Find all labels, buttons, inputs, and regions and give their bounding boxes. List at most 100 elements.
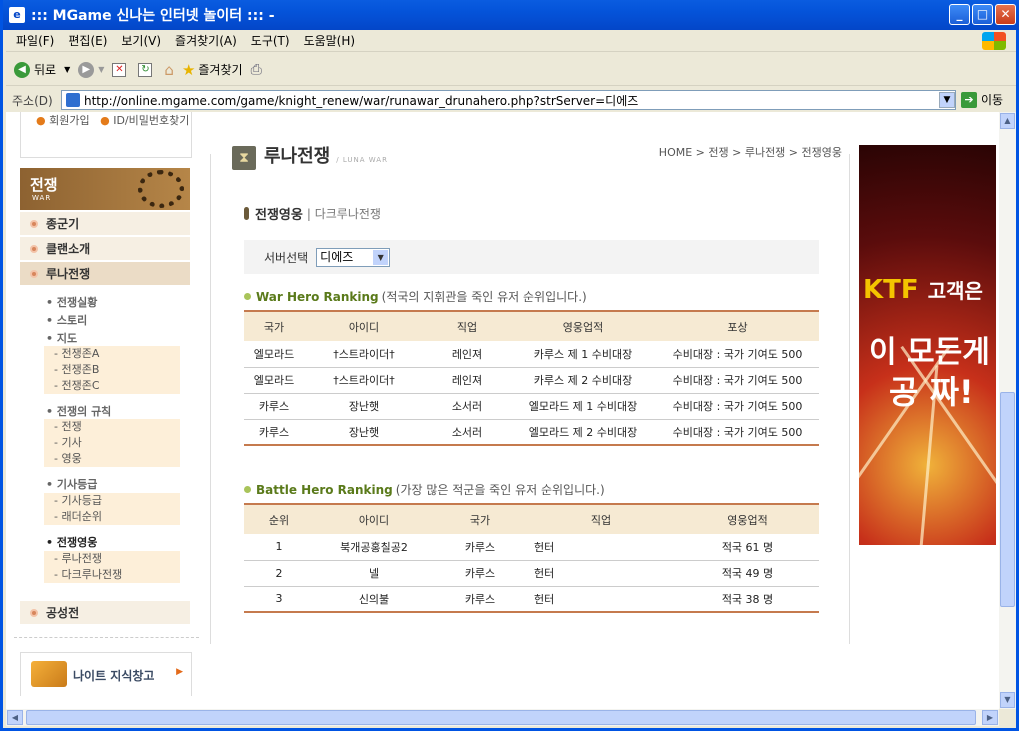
close-button[interactable]: ✕ — [995, 4, 1016, 25]
print-icon: ⎙ — [250, 61, 262, 78]
table-row: 카루스 장난햇 소서러 엘모라드 제 2 수비대장 수비대장 : 국가 기여도 … — [244, 419, 819, 446]
sub-link-hero[interactable]: - 영웅 — [44, 451, 180, 467]
nav-item-lunawar[interactable]: 루나전쟁 — [20, 262, 190, 286]
print-button[interactable]: ⎙ — [251, 62, 262, 78]
books-icon — [31, 661, 67, 687]
nav-item-jonggungi[interactable]: 종군기 — [20, 212, 190, 236]
war-hero-table: 국가 아이디 직업 영웅업적 포상 엘모라드 †스트라이더† 레인져 카루스 제… — [244, 310, 819, 446]
horizontal-scroll-thumb[interactable] — [26, 710, 976, 725]
forward-button[interactable]: ▶ ▼ — [78, 61, 104, 78]
server-value: 디에즈 — [320, 249, 354, 264]
table-row: 카루스 장난햇 소서러 엘모라드 제 1 수비대장 수비대장 : 국가 기여도 … — [244, 393, 819, 420]
chevron-down-icon[interactable]: ▼ — [373, 249, 389, 265]
scroll-down-icon[interactable]: ▼ — [1000, 692, 1015, 708]
table-row: 2 넬 카루스 헌터 적국 49 명 — [244, 560, 819, 587]
ktf-ad-banner[interactable]: KTF 고객은 이 모든게 공 짜! — [859, 145, 996, 545]
nav-header-subtitle: WAR — [32, 194, 52, 202]
refresh-button[interactable]: ↻ — [138, 62, 156, 77]
sub-item-status[interactable]: • 전쟁실황 — [46, 294, 97, 310]
sub-link-zone-a[interactable]: - 전쟁존A — [44, 346, 180, 362]
table-row: 엘모라드 †스트라이더† 레인져 카루스 제 2 수비대장 수비대장 : 국가 … — [244, 367, 819, 394]
column-header: 국가 — [434, 504, 526, 534]
stop-button[interactable]: ✕ — [112, 62, 130, 77]
address-dropdown-icon[interactable]: ▼ — [939, 92, 955, 108]
server-select[interactable]: 디에즈 ▼ — [316, 247, 391, 267]
horizontal-scrollbar[interactable]: ◀ ▶ — [6, 709, 999, 726]
sub-item-rules[interactable]: • 전쟁의 규칙 — [46, 403, 111, 419]
ie-icon: e — [9, 7, 25, 23]
back-label: 뒤로 — [34, 63, 57, 77]
bullet-icon — [30, 608, 38, 617]
column-header: 직업 — [424, 311, 510, 341]
gear-emblem-icon — [138, 170, 184, 208]
bullet-icon — [30, 219, 38, 228]
menu-file[interactable]: 파일(F) — [16, 32, 54, 49]
server-select-bar: 서버선택 디에즈 ▼ — [244, 240, 819, 274]
scroll-right-icon[interactable]: ▶ — [982, 710, 998, 725]
bullet-icon — [244, 486, 251, 493]
column-header: 국가 — [244, 311, 304, 341]
nav-item-clan[interactable]: 클랜소개 — [20, 237, 190, 261]
address-input[interactable]: http://online.mgame.com/game/knight_rene… — [61, 90, 956, 110]
nav-item-siege[interactable]: 공성전 — [20, 601, 190, 625]
sub-link-knight[interactable]: - 기사 — [44, 435, 180, 451]
refresh-icon: ↻ — [138, 62, 153, 77]
maximize-button[interactable]: □ — [972, 4, 993, 25]
arrow-right-icon: ▶ — [176, 667, 183, 677]
section-title: 전쟁영웅 | 다크루나전쟁 — [244, 204, 381, 223]
page-title-text: 루나전쟁 — [264, 146, 331, 167]
breadcrumb[interactable]: HOME > 전쟁 > 루나전쟁 > 전쟁영웅 — [659, 144, 842, 160]
hero-submenu: - 루나전쟁 - 다크루나전쟁 — [44, 551, 180, 583]
find-id-link[interactable]: ID/비밀번호찾기 — [113, 114, 189, 127]
scroll-left-icon[interactable]: ◀ — [7, 710, 23, 725]
back-button[interactable]: ◀ 뒤로 ▼ — [14, 61, 70, 78]
vertical-scroll-thumb[interactable] — [1000, 392, 1015, 607]
forward-dropdown-icon[interactable]: ▼ — [98, 65, 104, 74]
knight-submenu: - 기사등급 - 래더순위 — [44, 493, 180, 525]
server-label: 서버선택 — [264, 250, 309, 265]
back-arrow-icon: ◀ — [14, 61, 30, 78]
browser-window: e ::: MGame 신나는 인터넷 놀이터 ::: - _ □ ✕ 파일(F… — [0, 0, 1019, 731]
menu-view[interactable]: 보기(V) — [121, 32, 161, 49]
sub-link-knight-grade[interactable]: - 기사등급 — [44, 493, 180, 509]
vertical-scrollbar[interactable]: ▲ ▼ — [999, 112, 1016, 709]
bullet-icon — [30, 269, 38, 278]
table-header: 국가 아이디 직업 영웅업적 포상 — [244, 311, 819, 341]
minimize-button[interactable]: _ — [949, 4, 970, 25]
column-header: 순위 — [244, 504, 314, 534]
toolbar: ◀ 뒤로 ▼ ▶ ▼ ✕ ↻ ⌂ ★ 즐겨찾기 ⎙ — [6, 54, 1016, 86]
home-button[interactable]: ⌂ — [164, 61, 174, 79]
sub-link-dark-luna-war[interactable]: - 다크루나전쟁 — [44, 567, 180, 583]
sub-item-story[interactable]: • 스토리 — [46, 312, 87, 328]
menu-help[interactable]: 도움말(H) — [304, 32, 356, 49]
section-title-text: 전쟁영웅 — [255, 208, 303, 223]
page-viewport: ● 회원가입 ● ID/비밀번호찾기 전쟁 WAR 종군기 클랜소개 루나전쟁 … — [6, 112, 999, 709]
sub-item-war-hero[interactable]: • 전쟁영웅 — [46, 534, 97, 550]
knowledge-banner[interactable]: 나이트 지식창고 ▶ — [20, 652, 192, 696]
sub-item-knight-rank[interactable]: • 기사등급 — [46, 476, 97, 492]
signup-link[interactable]: 회원가입 — [49, 114, 89, 127]
nav-header: 전쟁 WAR — [20, 168, 190, 210]
column-header: 영웅업적 — [676, 504, 819, 534]
page-title-en: / LUNA WAR — [336, 156, 388, 164]
sub-link-zone-c[interactable]: - 전쟁존C — [44, 378, 180, 394]
menu-edit[interactable]: 편집(E) — [68, 32, 107, 49]
sub-item-map[interactable]: • 지도 — [46, 330, 77, 346]
menu-tools[interactable]: 도구(T) — [251, 32, 290, 49]
menu-favorites[interactable]: 즐겨찾기(A) — [175, 32, 237, 49]
back-dropdown-icon[interactable]: ▼ — [64, 65, 70, 74]
go-button[interactable]: ➔ 이동 — [961, 91, 1003, 108]
sub-link-ladder[interactable]: - 래더순위 — [44, 509, 180, 525]
sub-link-war[interactable]: - 전쟁 — [44, 419, 180, 435]
sub-link-luna-war[interactable]: - 루나전쟁 — [44, 551, 180, 567]
table-row: 엘모라드 †스트라이더† 레인져 카루스 제 1 수비대장 수비대장 : 국가 … — [244, 341, 819, 368]
forward-arrow-icon: ▶ — [78, 61, 95, 78]
favorites-button[interactable]: ★ 즐겨찾기 — [182, 61, 243, 79]
scroll-up-icon[interactable]: ▲ — [1000, 113, 1015, 129]
sub-link-zone-b[interactable]: - 전쟁존B — [44, 362, 180, 378]
ad-line-1: KTF 고객은 — [863, 275, 983, 305]
page-icon — [66, 93, 80, 107]
column-header: 직업 — [526, 504, 676, 534]
title-bar: e ::: MGame 신나는 인터넷 놀이터 ::: - _ □ ✕ — [3, 0, 1019, 30]
map-submenu: - 전쟁존A - 전쟁존B - 전쟁존C — [44, 346, 180, 394]
